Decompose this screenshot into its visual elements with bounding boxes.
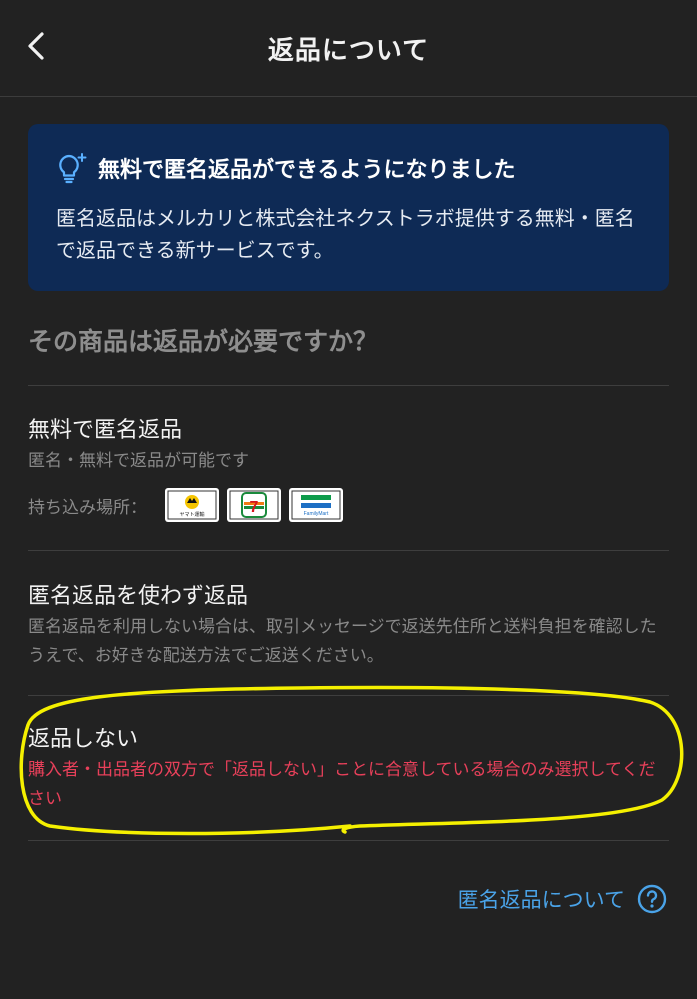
option-title: 匿名返品を使わず返品 <box>28 584 249 609</box>
section-question: その商品は返品が必要ですか？ <box>28 327 379 356</box>
about-anonymous-return-link[interactable]: 匿名返品について <box>458 884 667 914</box>
return-options-screen: 返品について 無料で匿名返品ができるようになりました 匿名返品はメルカリと株式会… <box>0 0 697 999</box>
divider <box>28 550 669 551</box>
svg-text:7: 7 <box>250 499 259 516</box>
banner-body: 匿名返品はメルカリと株式会社ネクストラボ提供する無料・匿名で返品できる新サービス… <box>56 206 635 262</box>
yamato-logo: ヤマト運輸 <box>165 488 219 522</box>
option-title: 無料で匿名返品 <box>28 418 183 443</box>
option-title: 返品しない <box>28 727 139 752</box>
divider <box>28 840 669 841</box>
banner-title-row: 無料で匿名返品ができるようになりました <box>56 152 516 184</box>
option-return-without-anonymous[interactable]: 匿名返品を使わず返品 匿名返品を利用しない場合は、取引メッセージで返送先住所と送… <box>28 582 669 671</box>
seven-eleven-logo: 7 <box>227 488 281 522</box>
svg-text:FamilyMart: FamilyMart <box>304 511 329 517</box>
divider <box>28 385 669 386</box>
option-subtitle: 匿名返品を利用しない場合は、取引メッセージで返送先住所と送料負担を確認したうえで… <box>28 617 657 666</box>
option-no-return[interactable]: 返品しない 購入者・出品者の双方で「返品しない」ことに合意している場合のみ選択し… <box>28 725 669 814</box>
info-banner: 無料で匿名返品ができるようになりました 匿名返品はメルカリと株式会社ネクストラボ… <box>28 124 669 291</box>
header: 返品について <box>0 0 697 97</box>
store-label: 持ち込み場所： <box>28 497 147 518</box>
option-anonymous-return[interactable]: 無料で匿名返品 匿名・無料で返品が可能です 持ち込み場所： ヤマト運輸 7 Fa… <box>28 416 669 522</box>
question-circle-icon <box>637 884 667 914</box>
page-title: 返品について <box>267 36 430 66</box>
svg-text:ヤマト運輸: ヤマト運輸 <box>179 511 204 518</box>
familymart-logo: FamilyMart <box>289 488 343 522</box>
help-link-label: 匿名返品について <box>457 888 625 912</box>
option-subtitle: 匿名・無料で返品が可能です <box>28 451 249 471</box>
banner-title: 無料で匿名返品ができるようになりました <box>98 158 516 183</box>
option-warning: 購入者・出品者の双方で「返品しない」ことに合意している場合のみ選択してください <box>28 760 656 809</box>
lightbulb-sparkle-icon <box>59 153 87 184</box>
divider <box>28 695 669 696</box>
drop-off-locations: 持ち込み場所： ヤマト運輸 7 FamilyMart <box>28 488 669 522</box>
